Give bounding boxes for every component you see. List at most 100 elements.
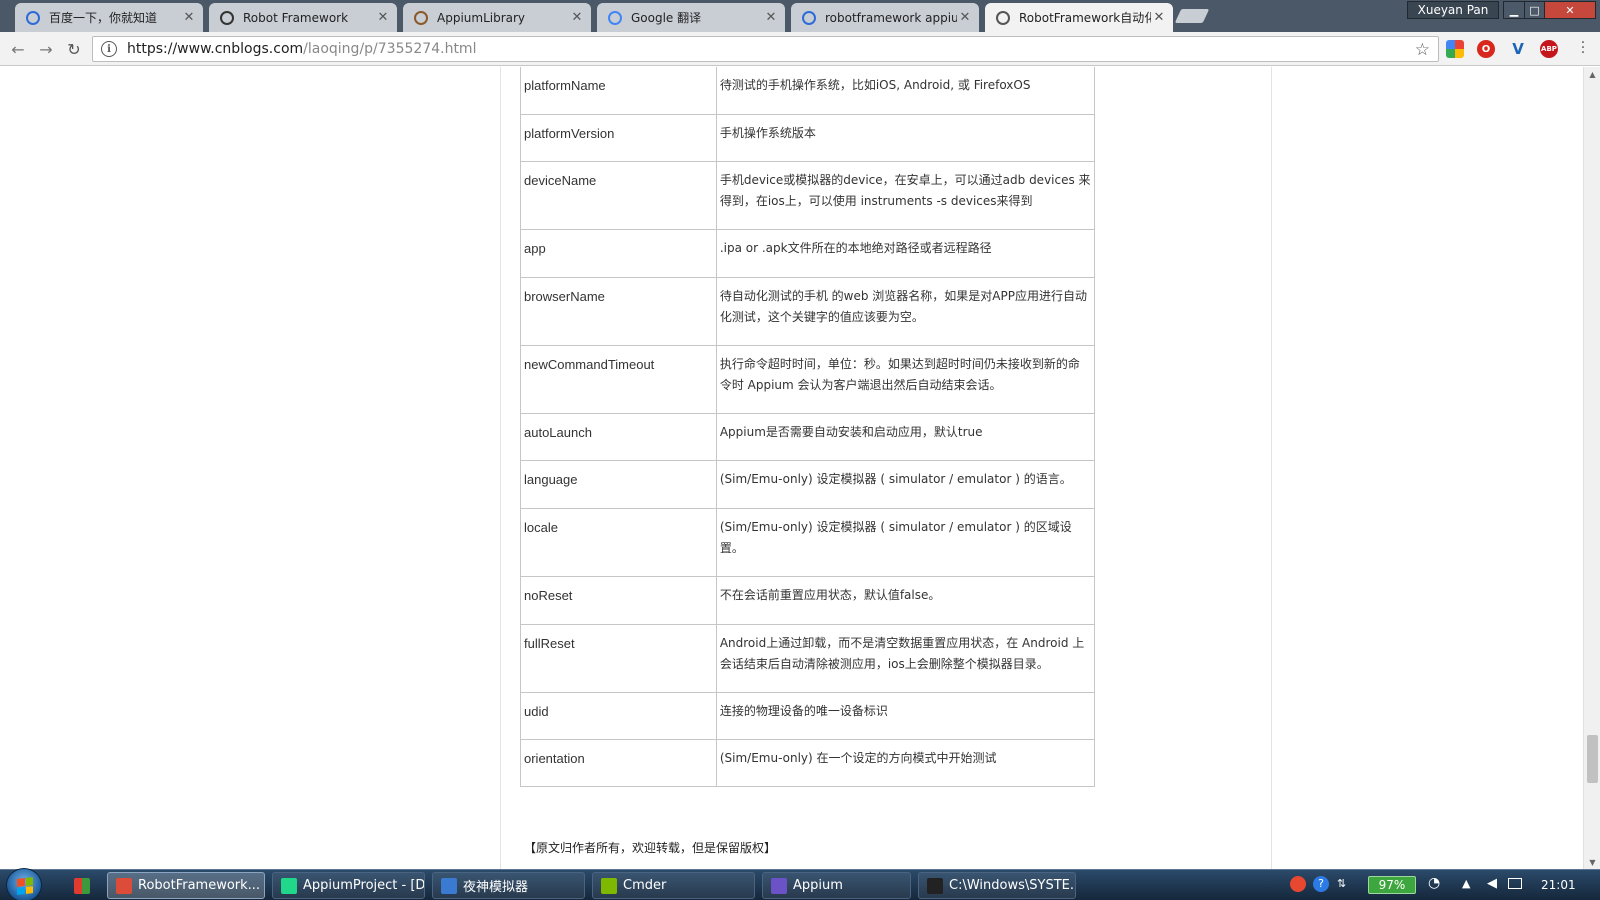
vertical-scrollbar[interactable]: ▲ ▼ <box>1583 67 1600 869</box>
windows-taskbar: RobotFramework... AppiumProject - [D... 夜神… <box>0 868 1600 900</box>
capability-description: 手机device或模拟器的device，在安卓上，可以通过adb devices… <box>715 161 1096 230</box>
table-row: deviceName 手机device或模拟器的device，在安卓上，可以通过a… <box>520 161 1096 230</box>
capability-description: 连接的物理设备的唯一设备标识 <box>715 692 1096 740</box>
capability-description: Appium是否需要自动安装和启动应用，默认true <box>715 413 1096 461</box>
help-icon[interactable]: ? <box>1313 876 1329 892</box>
capability-key: noReset <box>520 576 717 625</box>
reload-button[interactable]: ↻ <box>64 39 84 59</box>
system-clock[interactable]: 21:01 <box>1541 878 1576 892</box>
maximize-button[interactable]: □ <box>1524 1 1545 19</box>
close-tab-icon[interactable]: ✕ <box>569 10 585 25</box>
close-tab-icon[interactable]: ✕ <box>181 10 197 25</box>
tab-title: robotframework appiu <box>825 10 957 25</box>
taskbar-task[interactable]: Appium <box>762 872 911 899</box>
baidu-icon <box>801 10 817 26</box>
browser-tab[interactable]: Robot Framework ✕ <box>209 3 397 32</box>
nox-icon <box>441 877 457 894</box>
start-button[interactable] <box>6 868 42 900</box>
browser-tab[interactable]: robotframework appiu ✕ <box>791 3 979 32</box>
capability-key: locale <box>520 508 717 577</box>
capability-key: platformName <box>520 67 717 115</box>
scroll-thumb[interactable] <box>1587 735 1598 783</box>
vpn-extension-icon[interactable]: V <box>1509 40 1527 58</box>
show-hidden-icons-icon[interactable]: ▲ <box>1462 877 1470 890</box>
windows-logo-icon <box>17 877 33 895</box>
browser-tab[interactable]: 百度一下，你就知道 ✕ <box>15 3 203 32</box>
close-window-button[interactable]: ✕ <box>1544 1 1596 19</box>
taskbar-task-label: 夜神模拟器 <box>463 880 529 895</box>
table-row: platformVersion 手机操作系统版本 <box>520 114 1096 162</box>
opera-extension-icon[interactable]: O <box>1477 40 1495 58</box>
pycharm-icon <box>281 877 297 894</box>
tab-title: 百度一下，你就知道 <box>49 11 158 25</box>
scroll-down-icon[interactable]: ▼ <box>1584 855 1600 869</box>
close-tab-icon[interactable]: ✕ <box>1151 10 1167 25</box>
taskbar-task[interactable]: 夜神模拟器 <box>432 872 585 899</box>
capability-description: Android上通过卸载，而不是清空数据重置应用状态，在 Android 上会话… <box>715 624 1096 693</box>
network-share-icon[interactable]: ⇅ <box>1337 877 1346 890</box>
capability-description: 手机操作系统版本 <box>715 114 1096 162</box>
taskbar-task[interactable]: RobotFramework... <box>107 872 265 899</box>
minimize-button[interactable]: ▁ <box>1503 1 1525 19</box>
volume-icon[interactable]: ◀ <box>1487 876 1497 891</box>
new-tab-button[interactable] <box>1174 9 1210 23</box>
adblock-extension-icon[interactable]: ABP <box>1540 40 1558 58</box>
power-icon[interactable]: ◔ <box>1428 875 1440 891</box>
capability-description: .ipa or .apk文件所在的本地绝对路径或者远程路径 <box>715 229 1096 278</box>
url-host: https://www.cnblogs.com <box>127 41 304 57</box>
browser-tab[interactable]: Google 翻译 ✕ <box>597 3 785 32</box>
forward-button[interactable]: → <box>36 39 56 59</box>
capability-key: udid <box>520 692 717 740</box>
capability-key: deviceName <box>520 161 717 230</box>
taskbar-task[interactable]: Cmder <box>592 872 755 899</box>
capability-key: app <box>520 229 717 278</box>
capability-key: autoLaunch <box>520 413 717 461</box>
cmd-icon <box>927 877 943 894</box>
arrow-left-icon: ← <box>11 39 25 59</box>
browser-tab[interactable]: RobotFramework自动化 ✕ <box>985 3 1173 32</box>
table-row: browserName 待自动化测试的手机 的web 浏览器名称，如果是对APP应… <box>520 277 1096 346</box>
taskbar-task[interactable]: C:\Windows\SYSTE... <box>918 872 1076 899</box>
table-row: app .ipa or .apk文件所在的本地绝对路径或者远程路径 <box>520 229 1096 278</box>
close-tab-icon[interactable]: ✕ <box>763 10 779 25</box>
google-translate-icon <box>607 10 623 26</box>
info-icon[interactable]: i <box>101 41 117 57</box>
table-row: fullReset Android上通过卸载，而不是清空数据重置应用状态，在 An… <box>520 624 1096 693</box>
bookmark-star-icon[interactable]: ☆ <box>1415 40 1430 60</box>
address-bar[interactable]: i https://www.cnblogs.com/laoqing/p/7355… <box>92 36 1439 62</box>
capability-description: (Sim/Emu-only) 设定模拟器 ( simulator / emula… <box>715 508 1096 577</box>
quicklaunch-app-icon[interactable] <box>74 878 90 894</box>
tab-title: AppiumLibrary <box>437 10 526 25</box>
table-row: udid 连接的物理设备的唯一设备标识 <box>520 692 1096 740</box>
capability-description: 待测试的手机操作系统，比如iOS, Android, 或 FirefoxOS <box>715 67 1096 115</box>
taskbar-task-label: RobotFramework... <box>138 878 261 893</box>
window-user-badge[interactable]: Xueyan Pan <box>1407 1 1499 19</box>
close-tab-icon[interactable]: ✕ <box>375 10 391 25</box>
chrome-webstore-extension-icon[interactable] <box>1446 40 1464 58</box>
cnblogs-icon <box>995 10 1011 26</box>
battery-indicator[interactable]: 97% <box>1368 876 1416 894</box>
menu-dots-icon[interactable]: · · · <box>1580 36 1586 60</box>
capability-description: (Sim/Emu-only) 在一个设定的方向模式中开始测试 <box>715 739 1096 787</box>
copyright-note: 【原文归作者所有，欢迎转载，但是保留版权】 <box>524 841 777 855</box>
close-tab-icon[interactable]: ✕ <box>957 10 973 25</box>
baidu-icon <box>25 10 41 26</box>
table-row: language (Sim/Emu-only) 设定模拟器 ( simulator… <box>520 460 1096 509</box>
table-row: autoLaunch Appium是否需要自动安装和启动应用，默认true <box>520 413 1096 461</box>
chrome-icon <box>116 877 132 894</box>
scroll-up-icon[interactable]: ▲ <box>1584 67 1600 81</box>
table-row: orientation (Sim/Emu-only) 在一个设定的方向模式中开始测… <box>520 739 1096 787</box>
tab-title: Robot Framework <box>243 10 349 25</box>
sogou-input-icon[interactable] <box>1290 876 1306 892</box>
browser-tab-strip: 百度一下，你就知道 ✕ Robot Framework ✕ AppiumLibrary ✕… <box>0 0 1600 32</box>
table-row: newCommandTimeout 执行命令超时时间，单位：秒。如果达到超时时间仍… <box>520 345 1096 414</box>
taskbar-task[interactable]: AppiumProject - [D... <box>272 872 425 899</box>
tab-title: RobotFramework自动化 <box>1019 11 1151 25</box>
taskbar-task-label: AppiumProject - [D... <box>303 878 425 893</box>
back-button[interactable]: ← <box>8 39 28 59</box>
table-row: platformName 待测试的手机操作系统，比如iOS, Android, 或… <box>520 67 1096 115</box>
tab-title: Google 翻译 <box>631 11 702 25</box>
browser-tab[interactable]: AppiumLibrary ✕ <box>403 3 591 32</box>
network-icon[interactable] <box>1508 878 1522 889</box>
browser-toolbar: ← → ↻ i https://www.cnblogs.com/laoqing/… <box>0 32 1600 66</box>
